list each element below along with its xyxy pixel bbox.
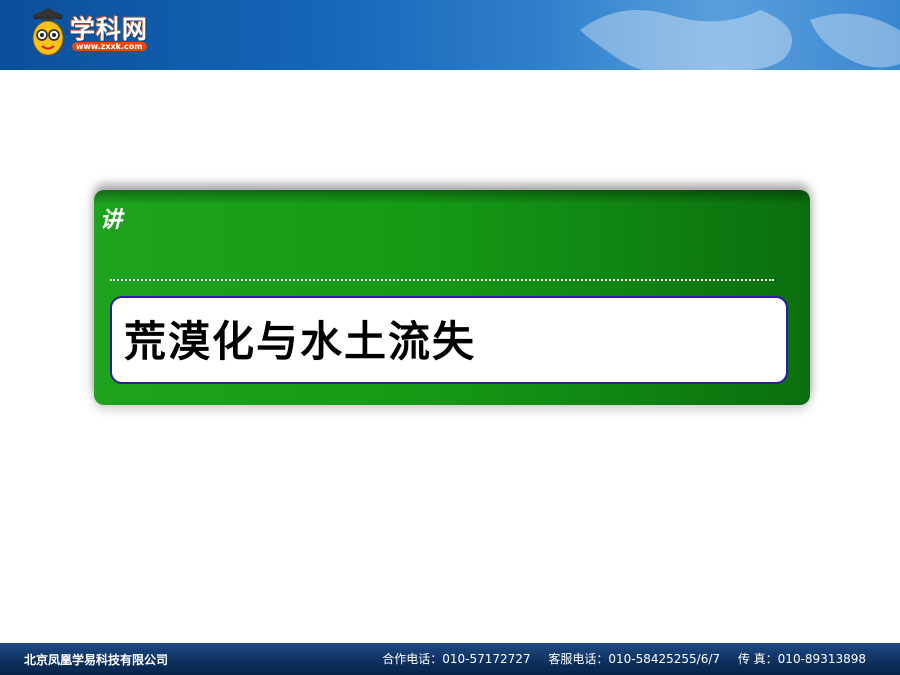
title-box: 荒漠化与水土流失 <box>110 296 788 384</box>
brand-name: 学科网 <box>70 15 149 44</box>
footer-bar: 北京凤凰学易科技有限公司 合作电话：010-57172727 客服电话：010-… <box>0 643 900 675</box>
contact-service-phone: 客服电话：010-58425255/6/7 <box>548 652 721 666</box>
world-map-decoration <box>580 10 900 70</box>
header-banner: 学科网 www.zxxk.com <box>0 0 900 70</box>
card-top-shadow <box>94 190 810 204</box>
contact-cooperation-phone: 合作电话：010-57172727 <box>382 652 531 666</box>
mascot-icon <box>32 8 64 56</box>
brand-url: www.zxxk.com <box>72 42 147 51</box>
title-card: 讲 荒漠化与水土流失 <box>94 190 810 405</box>
lecture-label: 讲 <box>100 207 123 233</box>
company-name: 北京凤凰学易科技有限公司 <box>24 653 169 667</box>
dotted-divider <box>110 279 774 281</box>
site-logo[interactable]: 学科网 www.zxxk.com <box>28 8 168 60</box>
contact-fax: 传 真：010-89313898 <box>737 652 866 666</box>
contact-info: 合作电话：010-57172727 客服电话：010-58425255/6/7 … <box>368 650 866 667</box>
slide-title: 荒漠化与水土流失 <box>124 317 477 366</box>
